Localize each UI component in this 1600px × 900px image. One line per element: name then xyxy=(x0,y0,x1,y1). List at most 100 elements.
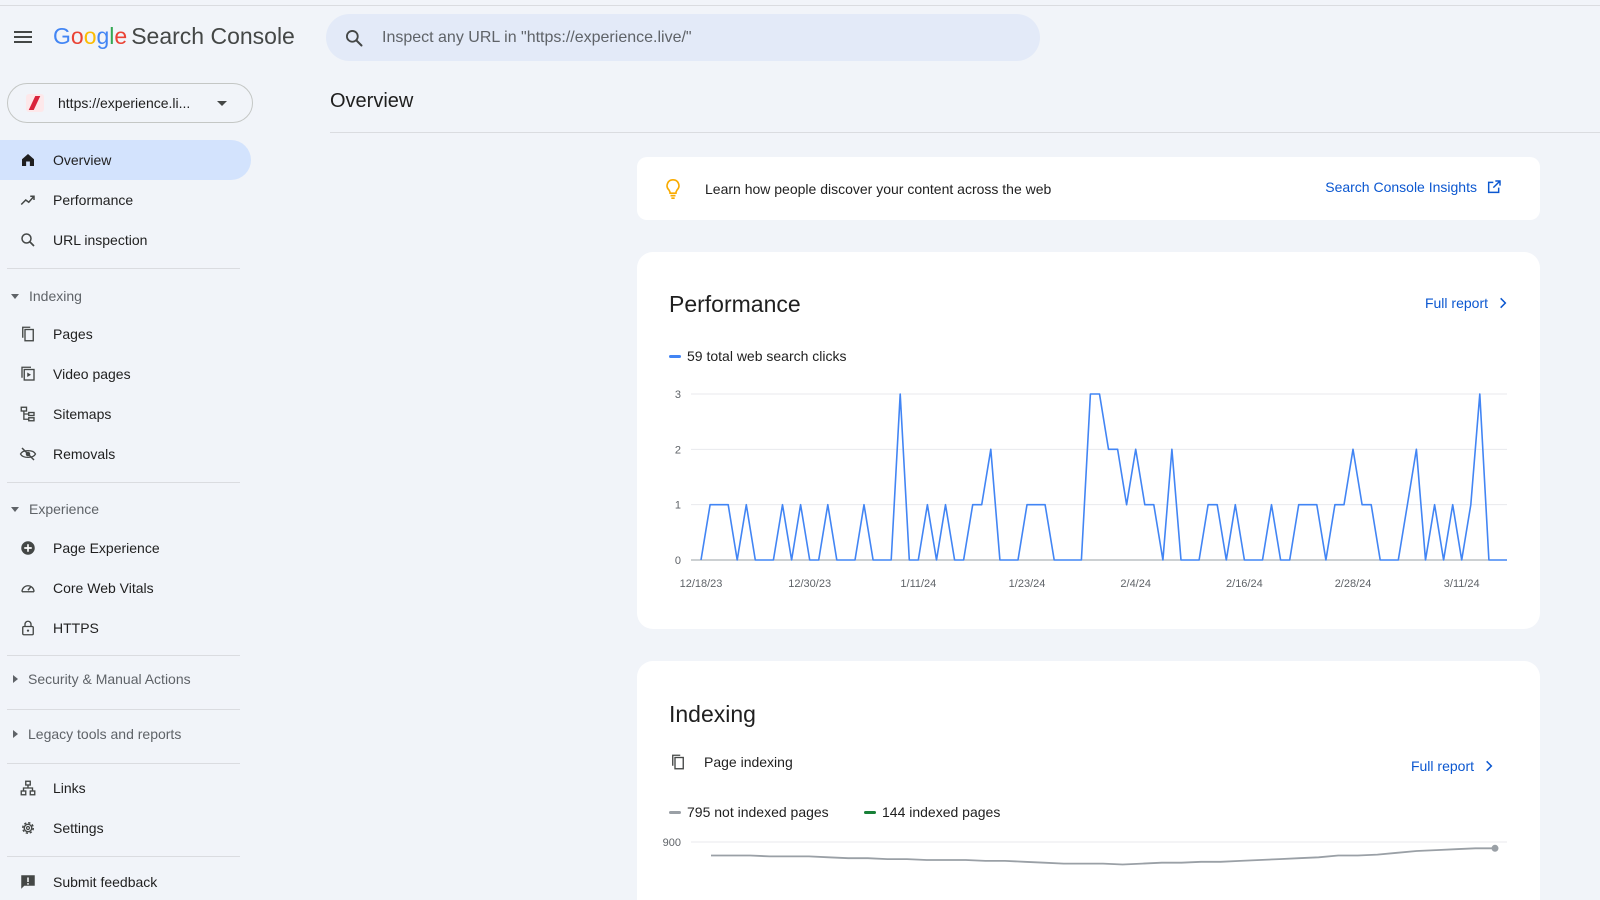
open-in-new-icon xyxy=(1487,180,1501,194)
sidebar-item-label: Overview xyxy=(53,152,112,168)
performance-card: Performance Full report 59 total web sea… xyxy=(637,252,1540,629)
indexed-legend[interactable]: 144 indexed pages xyxy=(864,804,1000,820)
trending-up-icon xyxy=(18,190,38,210)
logo-letter: o xyxy=(70,23,84,49)
sidebar-item-video-pages[interactable]: Video pages xyxy=(0,354,251,394)
search-icon xyxy=(346,29,363,46)
clicks-legend[interactable]: 59 total web search clicks xyxy=(669,348,847,364)
gear-icon xyxy=(18,818,38,838)
search-console-logo[interactable]: Google Search Console xyxy=(53,23,295,50)
menu-icon xyxy=(14,31,32,33)
sidebar-item-label: Video pages xyxy=(53,366,131,382)
x-tick-label: 1/23/24 xyxy=(1009,578,1046,590)
product-name: Search Console xyxy=(131,23,295,49)
insights-link-label: Search Console Insights xyxy=(1325,179,1477,195)
sidebar-item-overview[interactable]: Overview xyxy=(0,140,251,180)
indexing-title: Indexing xyxy=(669,701,756,727)
not-indexed-legend[interactable]: 795 not indexed pages xyxy=(669,804,829,820)
search-icon xyxy=(18,230,38,250)
sidebar-item-url-inspection[interactable]: URL inspection xyxy=(0,220,251,260)
sidebar-item-label: Performance xyxy=(53,192,134,208)
feedback-icon xyxy=(18,872,38,892)
lock-icon xyxy=(18,618,38,638)
logo-letter: g xyxy=(96,23,110,49)
y-tick-label: 3 xyxy=(675,389,681,401)
sidebar-divider xyxy=(7,655,240,656)
x-tick-label: 12/18/23 xyxy=(680,578,723,590)
sidebar-item-label: Sitemaps xyxy=(53,406,112,422)
full-report-label: Full report xyxy=(1424,295,1488,311)
page-indexing-label: Page indexing xyxy=(704,754,793,770)
section-label: Security & Manual Actions xyxy=(28,671,191,687)
section-experience-toggle[interactable]: Experience xyxy=(0,494,240,524)
speed-gauge-icon xyxy=(18,578,38,598)
search-input[interactable] xyxy=(382,28,982,47)
page-experience-icon xyxy=(18,538,38,558)
chevron-right-icon xyxy=(13,730,18,738)
section-security-toggle[interactable]: Security & Manual Actions xyxy=(0,664,240,694)
sidebar-item-submit-feedback[interactable]: Submit feedback xyxy=(0,862,251,900)
video-pages-icon xyxy=(18,364,38,384)
sidebar-item-performance[interactable]: Performance xyxy=(0,180,251,220)
sidebar-divider xyxy=(7,482,240,483)
clicks-line-chart: 0 1 2 3 12/18/23 12/30/23 1/11/24 1/23/24 2/4/24… xyxy=(675,389,1507,590)
sidebar-item-https[interactable]: HTTPS xyxy=(0,608,251,648)
section-label: Indexing xyxy=(29,288,82,304)
sidebar-item-settings[interactable]: Settings xyxy=(0,808,251,848)
top-border xyxy=(0,0,1600,6)
clicks-series-line xyxy=(700,393,1507,561)
main-menu-button[interactable] xyxy=(14,28,38,48)
indexing-card: Indexing Page indexing Full report 795 n… xyxy=(637,661,1540,900)
sidebar-item-label: Page Experience xyxy=(53,540,160,556)
sidebar-divider xyxy=(7,709,240,710)
property-favicon-icon xyxy=(26,94,44,112)
links-network-icon xyxy=(18,778,38,798)
x-tick-label: 3/11/24 xyxy=(1444,578,1480,590)
sidebar-divider xyxy=(7,763,240,764)
full-report-label: Full report xyxy=(1410,758,1474,774)
x-tick-label: 2/28/24 xyxy=(1335,578,1372,590)
y-tick-label: 0 xyxy=(675,555,681,567)
insights-text: Learn how people discover your content a… xyxy=(705,180,1052,197)
url-inspect-search[interactable] xyxy=(326,14,1040,61)
title-divider xyxy=(330,132,1600,133)
dropdown-caret-icon xyxy=(217,100,227,106)
sitemap-icon xyxy=(18,404,38,424)
indexing-full-report-link[interactable]: Full report xyxy=(1411,758,1496,774)
chevron-down-icon xyxy=(11,506,19,512)
sidebar-item-links[interactable]: Links xyxy=(0,768,251,808)
legend-label: 59 total web search clicks xyxy=(687,348,847,364)
logo-letter: G xyxy=(53,23,71,49)
sidebar-item-pages[interactable]: Pages xyxy=(0,314,251,354)
performance-title: Performance xyxy=(669,291,801,317)
performance-full-report-link[interactable]: Full report xyxy=(1425,295,1510,311)
section-indexing-toggle[interactable]: Indexing xyxy=(0,281,240,311)
series-end-point xyxy=(1491,844,1499,852)
section-label: Legacy tools and reports xyxy=(28,726,182,742)
sidebar-item-core-web-vitals[interactable]: Core Web Vitals xyxy=(0,568,251,608)
pages-icon xyxy=(672,754,684,770)
home-icon xyxy=(18,150,38,170)
sidebar-item-page-experience[interactable]: Page Experience xyxy=(0,528,251,568)
legend-swatch xyxy=(864,810,876,814)
sidebar-item-label: Pages xyxy=(53,326,93,342)
property-selector[interactable]: https://experience.li... xyxy=(7,83,253,123)
x-tick-label: 1/11/24 xyxy=(900,578,936,590)
section-legacy-toggle[interactable]: Legacy tools and reports xyxy=(0,719,240,749)
legend-label: 795 not indexed pages xyxy=(687,804,829,820)
page-title: Overview xyxy=(330,90,414,112)
sidebar-item-removals[interactable]: Removals xyxy=(0,434,251,474)
chevron-down-icon xyxy=(11,293,19,299)
property-label: https://experience.li... xyxy=(58,95,191,111)
visibility-off-icon xyxy=(18,444,38,464)
sidebar-divider xyxy=(7,268,240,269)
sidebar-item-label: Settings xyxy=(53,820,104,836)
search-console-insights-link[interactable]: Search Console Insights xyxy=(1325,179,1502,195)
menu-icon-bar xyxy=(14,41,32,43)
x-tick-label: 2/4/24 xyxy=(1120,578,1151,590)
sidebar-item-label: Submit feedback xyxy=(53,874,158,890)
section-label: Experience xyxy=(29,501,100,517)
sidebar-item-sitemaps[interactable]: Sitemaps xyxy=(0,394,251,434)
sidebar-item-label: Core Web Vitals xyxy=(53,580,154,596)
y-tick-label: 900 xyxy=(663,837,681,849)
